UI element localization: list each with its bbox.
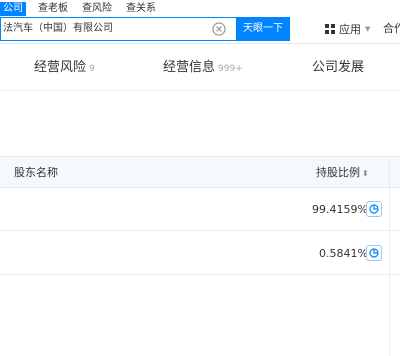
table-row: 0.5841% bbox=[0, 232, 400, 275]
table-header: 股东名称 持股比例 ⬍ bbox=[0, 156, 400, 188]
caret-down-icon: ▼ bbox=[365, 25, 371, 33]
sort-icon[interactable]: ⬍ bbox=[362, 169, 369, 178]
tab-company-development[interactable]: 公司发展 bbox=[312, 45, 364, 91]
tab-business-risk[interactable]: 经营风险 9 bbox=[34, 45, 95, 91]
tab-label: 经营风险 bbox=[34, 60, 87, 75]
apps-label: 应用 bbox=[339, 23, 361, 36]
pie-chart-icon bbox=[369, 248, 379, 258]
tab-business-info[interactable]: 经营信息 999+ bbox=[163, 45, 243, 91]
column-header-ratio-label: 持股比例 bbox=[316, 166, 360, 179]
search-tab-risk[interactable]: 查风险 bbox=[78, 2, 116, 16]
pie-chart-button[interactable] bbox=[366, 201, 382, 217]
tab-label: 公司发展 bbox=[312, 60, 365, 75]
search-tab-relation[interactable]: 查关系 bbox=[122, 2, 160, 16]
tab-count: 9 bbox=[89, 64, 95, 74]
share-ratio: 99.4159% bbox=[312, 203, 368, 216]
search-type-tabs: 公司 查老板 查风险 查关系 bbox=[0, 2, 166, 16]
pie-chart-button[interactable] bbox=[366, 245, 382, 261]
coop-link[interactable]: 合作 bbox=[383, 20, 400, 38]
search-tab-boss[interactable]: 查老板 bbox=[34, 2, 72, 16]
share-ratio: 0.5841% bbox=[319, 247, 368, 260]
tab-label: 经营信息 bbox=[163, 60, 216, 75]
column-header-ratio[interactable]: 持股比例 ⬍ bbox=[316, 157, 369, 189]
top-bar: 公司 查老板 查风险 查关系 法汽车（中国）有限公司 天眼一下 应用 ▼ 合作 bbox=[0, 0, 400, 44]
apps-menu[interactable]: 应用 ▼ bbox=[325, 20, 370, 38]
content-spacer bbox=[0, 92, 400, 156]
table-row: 99.4159% bbox=[0, 188, 400, 231]
search-button[interactable]: 天眼一下 bbox=[236, 17, 290, 41]
search-input[interactable]: 法汽车（中国）有限公司 bbox=[0, 17, 236, 41]
column-divider bbox=[389, 156, 390, 356]
column-header-name: 股东名称 bbox=[14, 166, 58, 179]
pie-chart-icon bbox=[369, 204, 379, 214]
search-tab-company[interactable]: 公司 bbox=[0, 2, 26, 16]
apps-grid-icon bbox=[325, 24, 335, 34]
company-subtabs: 经营风险 9 经营信息 999+ 公司发展 bbox=[0, 45, 400, 91]
tab-count: 999+ bbox=[218, 64, 243, 74]
clear-icon[interactable] bbox=[212, 22, 226, 36]
